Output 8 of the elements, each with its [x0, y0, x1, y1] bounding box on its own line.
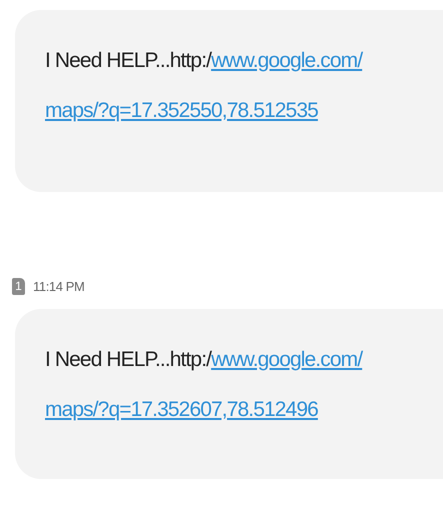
- message-time: 11:14 PM: [33, 279, 84, 294]
- message-text: I Need HELP...http:/: [45, 348, 212, 371]
- message-link[interactable]: www.google.com/: [211, 49, 362, 72]
- message-link[interactable]: www.google.com/: [211, 348, 362, 371]
- sim-icon: 1: [12, 278, 25, 295]
- message-link[interactable]: maps/?q=17.352550,78.512535: [45, 99, 318, 122]
- message-text: I Need HELP...http:/: [45, 49, 212, 72]
- message-link[interactable]: maps/?q=17.352607,78.512496: [45, 398, 318, 421]
